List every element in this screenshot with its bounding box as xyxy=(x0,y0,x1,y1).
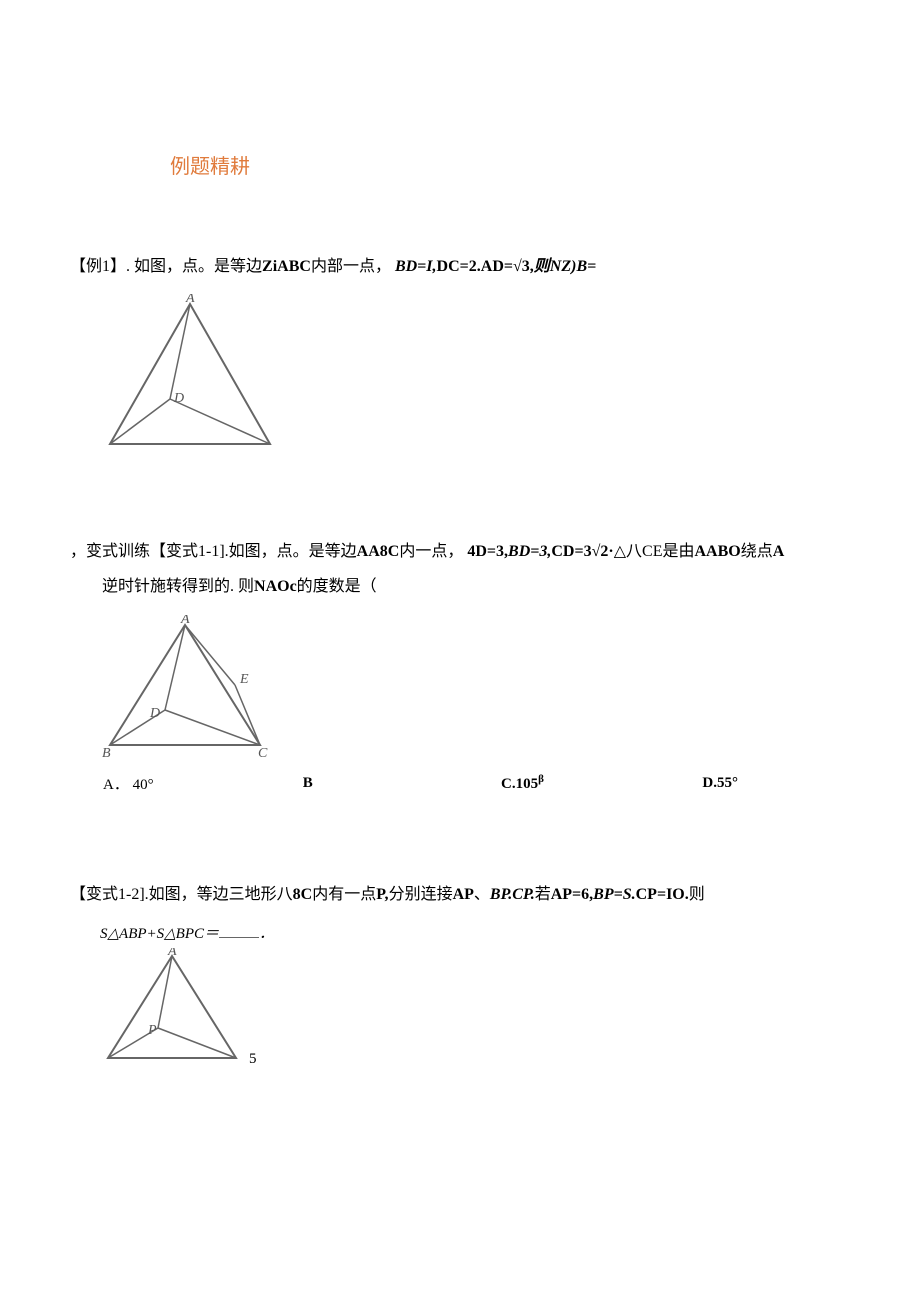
problem-2-options: A． 40° B C.105β D.55° xyxy=(100,770,780,797)
page-content: 例题精耕 【例1】. 如图，点。是等边ZiABC内部一点， BD=I,DC=2.… xyxy=(0,0,920,1248)
opt-a-val: 40° xyxy=(133,777,154,793)
svg-text:P: P xyxy=(147,1023,157,1038)
p3-mid2: 分别连接 xyxy=(389,886,453,903)
answer-blank[interactable] xyxy=(219,923,259,938)
p1-then: 则 xyxy=(534,258,550,275)
triangle-figure-3: A P xyxy=(100,948,245,1068)
p3-fig-label: 5 xyxy=(249,1051,257,1067)
p2-tri: AA8C xyxy=(357,543,400,560)
opt-d-val: 55° xyxy=(717,775,738,791)
p1-mid: 内部一点， xyxy=(311,258,391,275)
p3-formula-rhs: ． xyxy=(259,926,274,942)
problem-2-figure: A B C D E xyxy=(100,615,850,760)
p3-eq1: AP=6, xyxy=(551,886,593,903)
svg-text:C: C xyxy=(258,746,268,760)
svg-text:A: A xyxy=(180,615,190,627)
p1-label: 【例1】 xyxy=(70,258,126,275)
problem-1-figure: A D xyxy=(100,294,850,454)
p1-eq2: DC=2. xyxy=(437,258,481,275)
p3-pt: P, xyxy=(376,886,388,903)
p3-eq2: BP=S. xyxy=(593,886,635,903)
p3-sep1: 、 xyxy=(474,886,490,903)
problem-3-figure: A P 5 xyxy=(100,948,850,1068)
section-heading: 例题精耕 xyxy=(170,150,850,179)
svg-text:D: D xyxy=(173,391,184,406)
opt-b-label: B xyxy=(303,775,313,791)
problem-3: 【变式1-2].如图，等边三地形八8C内有一点P,分别连接AP、BP.CP.若A… xyxy=(70,877,850,1068)
p2-line2b: 的度数是（ xyxy=(297,578,377,595)
p2-line2a: 逆时针施转得到的. 则 xyxy=(86,578,254,595)
p3-then: 则 xyxy=(689,886,705,903)
p2-ang: NAOc xyxy=(254,578,297,595)
p3-seg2: BP.CP. xyxy=(490,886,535,903)
svg-text:A: A xyxy=(185,294,195,306)
p1-ans: NZ)B= xyxy=(550,258,596,275)
p2-tri3: AABO xyxy=(695,543,741,560)
problem-2: ，变式训练【变式1-1].如图，点。是等边AA8C内一点， 4D=3,BD=3,… xyxy=(70,534,850,796)
p3-label: 【变式1-2].如图，等边三地形八 xyxy=(70,886,293,903)
problem-3-formula: S△ABP+S△BPC＝ ． xyxy=(100,922,850,943)
problem-1-text: 【例1】. 如图，点。是等边ZiABC内部一点， BD=I,DC=2.AD=√3… xyxy=(70,249,850,284)
p3-mid1: 内有一点 xyxy=(312,886,376,903)
opt-c-val: 105 xyxy=(516,776,539,792)
p3-tri: 8C xyxy=(293,886,313,903)
p1-tri: ZiABC xyxy=(262,258,311,275)
p2-mid3: 绕点 xyxy=(741,543,773,560)
opt-c-label: C. xyxy=(501,776,516,792)
svg-text:A: A xyxy=(167,948,177,959)
p2-prefix: ，变式训练【变式1-1].如图，点。是等边 xyxy=(70,543,357,560)
p1-eq1: BD=I, xyxy=(395,258,437,275)
p2-mid2: 是由 xyxy=(662,543,694,560)
problem-2-text: ，变式训练【变式1-1].如图，点。是等边AA8C内一点， 4D=3,BD=3,… xyxy=(70,534,850,604)
p2-eq2: BD=3, xyxy=(508,543,551,560)
p3-eq3: CP=IO. xyxy=(636,886,689,903)
p2-pt: A xyxy=(773,543,785,560)
p1-lead: . 如图，点。是等边 xyxy=(126,258,262,275)
p3-seg1: AP xyxy=(453,886,474,903)
p3-mid3: 若 xyxy=(535,886,551,903)
svg-text:D: D xyxy=(149,706,160,721)
opt-c-sup: β xyxy=(538,773,544,785)
p2-mid1: 内一点， xyxy=(399,543,463,560)
opt-d-label: D. xyxy=(702,775,717,791)
opt-a-label: A． xyxy=(103,777,129,793)
p3-formula-lhs: S△ABP+S△BPC＝ xyxy=(100,926,219,942)
problem-3-text: 【变式1-2].如图，等边三地形八8C内有一点P,分别连接AP、BP.CP.若A… xyxy=(70,877,850,912)
p1-eq3: AD=√3, xyxy=(481,258,534,275)
svg-text:E: E xyxy=(239,672,249,687)
p2-eq3: CD=3√2· xyxy=(551,543,613,560)
p2-eq1: 4D=3, xyxy=(467,543,508,560)
triangle-figure-1: A D xyxy=(100,294,280,454)
p2-tri2: △八CE xyxy=(614,543,663,560)
svg-text:B: B xyxy=(102,746,111,760)
triangle-figure-2: A B C D E xyxy=(100,615,290,760)
problem-1: 【例1】. 如图，点。是等边ZiABC内部一点， BD=I,DC=2.AD=√3… xyxy=(70,249,850,454)
